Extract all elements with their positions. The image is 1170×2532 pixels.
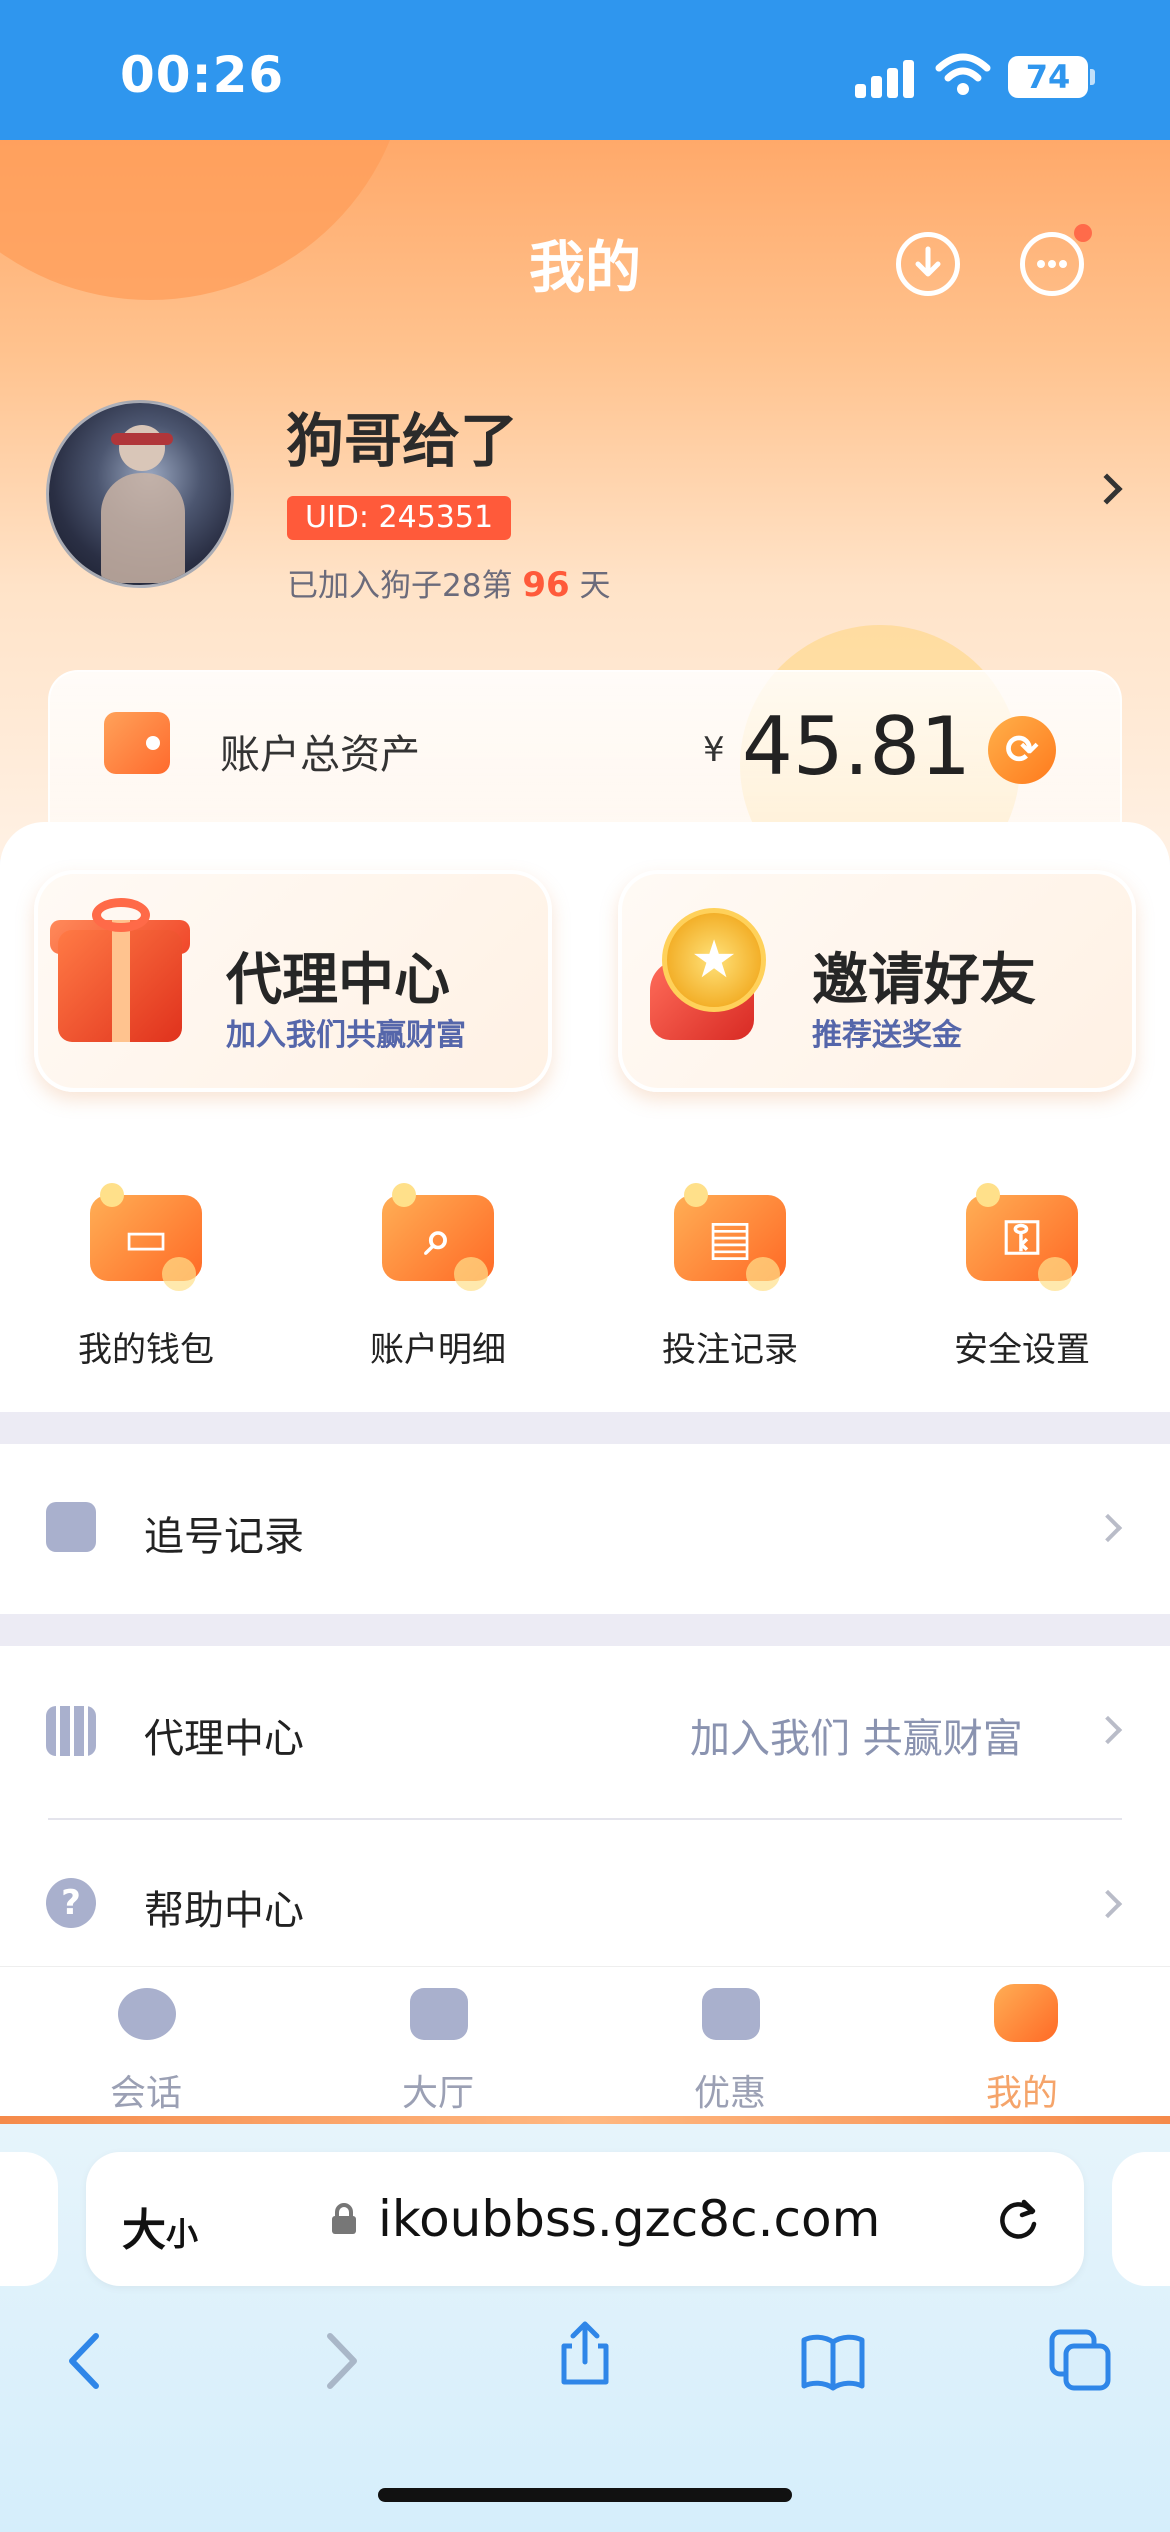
divider [48, 1818, 1122, 1820]
next-tab-preview[interactable] [1112, 2152, 1170, 2286]
joined-info: 已加入狗子28第 96 天 [287, 560, 611, 605]
joined-prefix: 已加入狗子28第 [287, 568, 513, 604]
user-name: 狗哥给了 [286, 407, 519, 475]
wifi-icon [935, 53, 991, 95]
reload-icon[interactable] [992, 2194, 1044, 2246]
ticket-icon[interactable]: ▤ [674, 1183, 786, 1291]
coin-icon: ★ [662, 908, 766, 1012]
bookmarks-icon[interactable] [798, 2326, 868, 2396]
prev-tab-preview[interactable] [0, 2152, 58, 2286]
quick-action-bet-record[interactable]: 投注记录 [620, 1322, 840, 1371]
agent-center-title: 代理中心 [226, 948, 450, 1013]
gift-icon [92, 898, 150, 932]
tab-chat[interactable]: 会话 [46, 2064, 246, 2116]
signal-icon [855, 58, 915, 98]
lock-icon [332, 2203, 356, 2234]
menu-label[interactable]: 代理中心 [144, 1706, 304, 1764]
text-size-small: 小 [166, 2215, 199, 2253]
back-icon[interactable] [52, 2326, 122, 2396]
notification-dot [1074, 224, 1092, 242]
page-title: 我的 [529, 236, 641, 301]
asset-amount: 45.81 [742, 700, 972, 793]
message-icon[interactable] [1020, 232, 1084, 296]
tabs-icon[interactable] [1046, 2326, 1116, 2396]
tab-lobby[interactable]: 大厅 [338, 2064, 538, 2116]
section-separator [0, 1412, 1170, 1444]
help-icon: ? [46, 1878, 96, 1928]
download-icon[interactable] [896, 232, 960, 296]
wallet-icon[interactable]: ▭ [90, 1183, 202, 1291]
qr-code-icon [46, 1706, 96, 1756]
menu-extra-text: 加入我们 共赢财富 [690, 1716, 1023, 1762]
text-size-button[interactable]: 大小 [122, 2194, 198, 2258]
wallet-icon [104, 712, 170, 774]
agent-center-subtitle: 加入我们共赢财富 [226, 1018, 466, 1053]
forward-icon[interactable] [304, 2326, 374, 2396]
status-bar: 00:26 74 [0, 0, 1170, 140]
magnifier-icon[interactable]: ⌕ [382, 1183, 494, 1291]
invite-friends-subtitle: 推荐送奖金 [812, 1018, 962, 1053]
asset-currency: ¥ [703, 730, 725, 770]
user-icon[interactable] [994, 1984, 1058, 2042]
tab-promotions[interactable]: 优惠 [630, 2064, 830, 2116]
chat-icon[interactable] [118, 1988, 176, 2040]
section-separator [0, 1614, 1170, 1646]
menu-label[interactable]: 帮助中心 [144, 1878, 304, 1936]
tab-bar-accent-line [0, 2116, 1170, 2124]
joined-suffix: 天 [579, 568, 611, 604]
invite-friends-title: 邀请好友 [812, 948, 1036, 1013]
tab-mine[interactable]: 我的 [922, 2064, 1122, 2116]
home-indicator [378, 2488, 792, 2502]
menu-label: 追号记录 [144, 1514, 304, 1560]
quick-action-wallet[interactable]: 我的钱包 [36, 1322, 256, 1371]
refresh-icon[interactable]: ⟳ [988, 716, 1056, 784]
coupon-icon[interactable] [702, 1988, 760, 2040]
url-text[interactable]: ikoubbss.gzc8c.com [378, 2190, 880, 2248]
quick-action-account-detail[interactable]: 账户明细 [328, 1322, 548, 1371]
avatar[interactable] [46, 400, 234, 588]
gift-icon [112, 920, 130, 1042]
uid-badge: UID: 245351 [287, 496, 512, 540]
avatar-figure [101, 473, 185, 583]
bank-icon[interactable] [410, 1988, 468, 2040]
clipboard-icon [46, 1502, 96, 1552]
status-time: 00:26 [120, 46, 285, 104]
joined-days: 96 [522, 565, 570, 605]
avatar-figure [119, 425, 165, 471]
asset-label: 账户总资产 [220, 732, 420, 778]
quick-action-security[interactable]: 安全设置 [912, 1322, 1132, 1371]
key-icon[interactable]: ⚿ [966, 1183, 1078, 1291]
battery-icon: 74 [1008, 56, 1088, 98]
battery-tip [1090, 69, 1095, 85]
avatar-figure [111, 433, 173, 445]
share-icon[interactable] [550, 2318, 620, 2388]
text-size-large: 大 [122, 2205, 166, 2256]
